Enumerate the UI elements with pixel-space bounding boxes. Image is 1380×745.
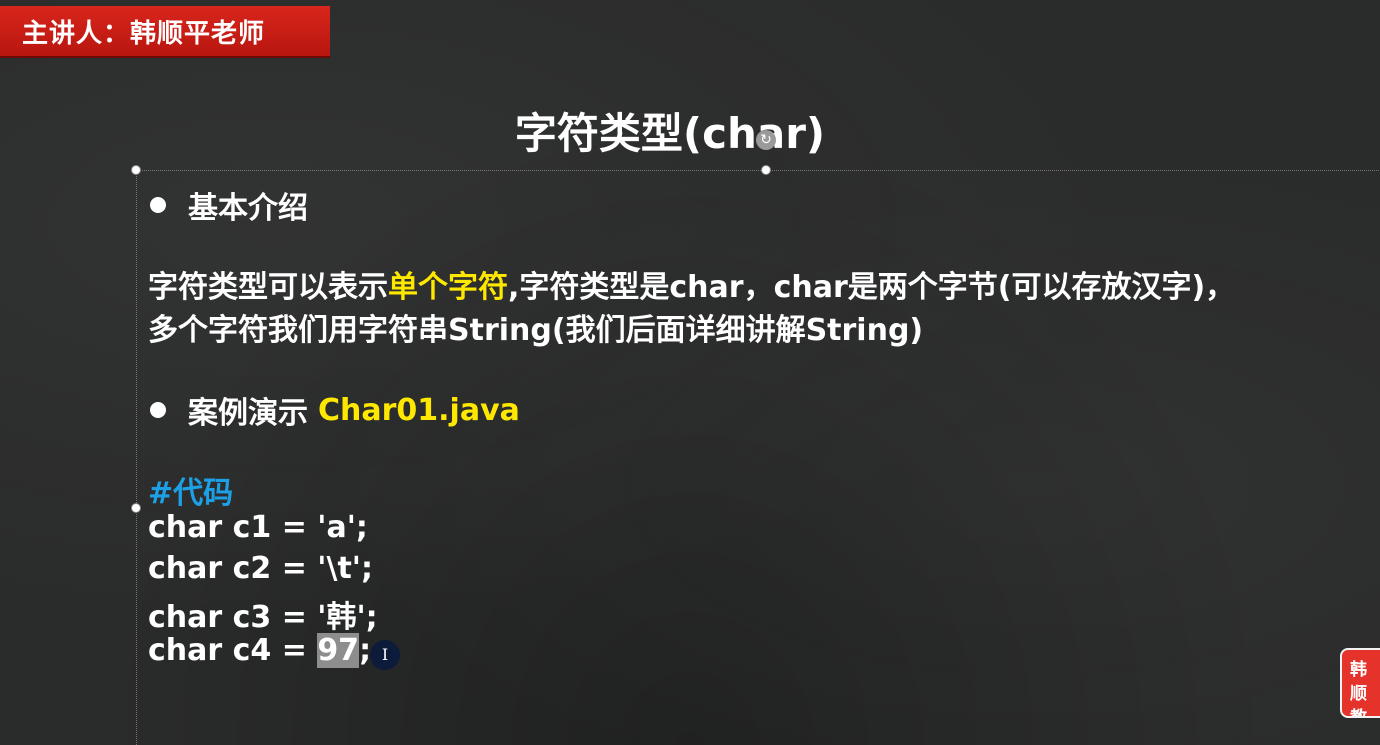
presenter-badge: 主讲人：韩顺平老师 xyxy=(0,6,330,58)
resize-handle-top-left[interactable] xyxy=(131,165,141,175)
intro-text-highlight: 单个字符 xyxy=(388,270,508,305)
slide-title: 字符类型(char) xyxy=(514,109,826,158)
section2-filename: Char01.java xyxy=(318,392,520,428)
code-line-4-post: ; xyxy=(359,633,372,668)
section2-heading: 案例演示 xyxy=(188,396,308,431)
intro-text-pre: 字符类型可以表示 xyxy=(148,270,388,305)
bullet-basic-intro: 基本介绍 xyxy=(150,183,308,227)
intro-paragraph-line2: 多个字符我们用字符串String(我们后面详细讲解String) xyxy=(148,313,924,348)
bullet-dot-icon xyxy=(150,197,166,213)
text-cursor-icon: I xyxy=(370,640,400,670)
presenter-label: 主讲人：韩顺平老师 xyxy=(22,18,266,49)
code-comment: #代码 xyxy=(148,476,234,511)
code-line-4[interactable]: char c4 = 97; xyxy=(148,633,371,668)
bullet-case-demo: 案例演示 Char01.java xyxy=(150,388,520,432)
resize-handle-middle-left[interactable] xyxy=(131,503,141,513)
code-line-1: char c1 = 'a'; xyxy=(148,510,368,545)
intro-text-post: ,字符类型是char，char是两个字节(可以存放汉字)， xyxy=(508,270,1236,305)
brand-logo: 韩顺教 xyxy=(1340,648,1380,718)
code-line-3: char c3 = '韩'; xyxy=(148,600,378,635)
bullet-dot-icon xyxy=(150,402,166,418)
rotate-handle-icon[interactable]: ↻ xyxy=(756,130,776,150)
code-line-4-pre: char c4 = xyxy=(148,633,318,668)
resize-handle-top-center[interactable] xyxy=(761,165,771,175)
intro-paragraph-line1: 字符类型可以表示单个字符,字符类型是char，char是两个字节(可以存放汉字)… xyxy=(148,262,1235,306)
code-line-2: char c2 = '\t'; xyxy=(148,551,373,586)
section1-heading: 基本介绍 xyxy=(188,191,308,226)
selected-text[interactable]: 97 xyxy=(317,633,360,668)
